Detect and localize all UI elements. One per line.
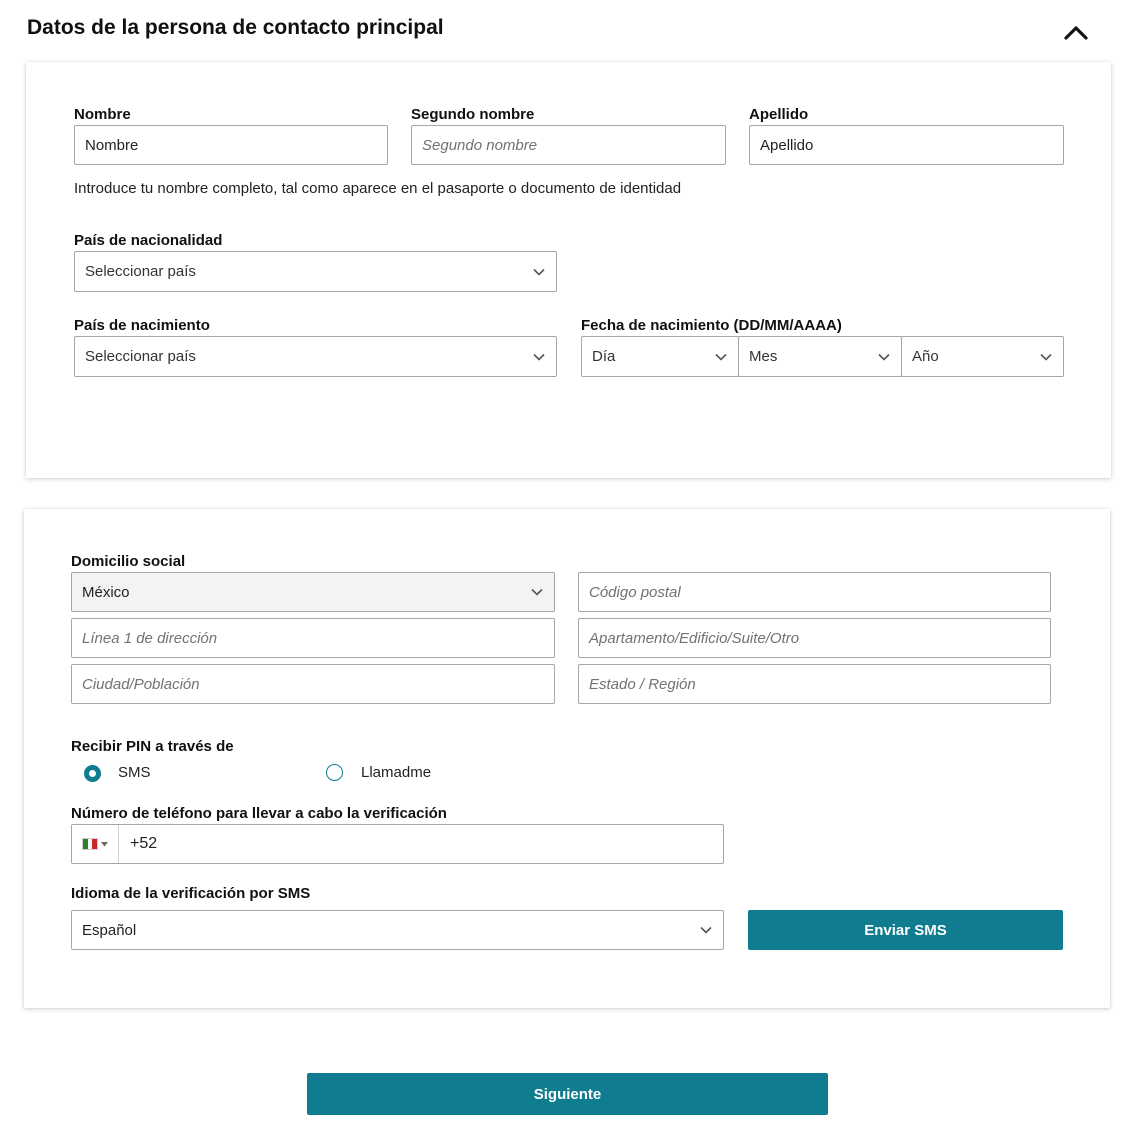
birth-day-select[interactable]: Día xyxy=(581,336,739,377)
postal-code-placeholder: Código postal xyxy=(589,583,681,601)
name-hint: Introduce tu nombre completo, tal como a… xyxy=(74,180,682,197)
birth-day-value: Día xyxy=(592,348,616,365)
collapse-section-button[interactable] xyxy=(1060,18,1092,46)
city-field[interactable]: Ciudad/Población xyxy=(71,664,555,704)
address-label: Domicilio social xyxy=(71,553,186,570)
birth-country-value: Seleccionar país xyxy=(85,348,196,365)
sms-language-select[interactable]: Español xyxy=(71,910,724,950)
middle-name-field[interactable]: Segundo nombre xyxy=(411,125,726,165)
nationality-value: Seleccionar país xyxy=(85,263,196,280)
birth-country-label: País de nacimiento xyxy=(74,317,210,334)
state-field[interactable]: Estado / Región xyxy=(578,664,1051,704)
sms-radio-label[interactable]: SMS xyxy=(118,764,151,781)
mexico-flag-icon xyxy=(82,838,98,850)
chevron-up-icon xyxy=(1064,26,1088,40)
phone-value: +52 xyxy=(130,835,158,852)
next-button[interactable]: Siguiente xyxy=(307,1073,828,1115)
chevron-down-icon xyxy=(700,926,712,934)
chevron-down-icon xyxy=(531,588,543,596)
first-name-label: Nombre xyxy=(74,106,131,123)
phone-label: Número de teléfono para llevar a cabo la… xyxy=(71,805,447,822)
nationality-label: País de nacionalidad xyxy=(74,232,223,249)
middle-name-placeholder: Segundo nombre xyxy=(422,136,538,154)
birth-year-value: Año xyxy=(912,348,939,365)
birth-year-select[interactable]: Año xyxy=(901,336,1064,377)
address-line2-field[interactable]: Apartamento/Edificio/Suite/Otro xyxy=(578,618,1051,658)
last-name-field[interactable]: Apellido xyxy=(749,125,1064,165)
first-name-value: Nombre xyxy=(85,136,139,154)
call-radio[interactable] xyxy=(326,764,343,781)
last-name-label: Apellido xyxy=(749,106,809,123)
state-placeholder: Estado / Región xyxy=(589,675,696,693)
address-line2-placeholder: Apartamento/Edificio/Suite/Otro xyxy=(589,629,800,647)
first-name-field[interactable]: Nombre xyxy=(74,125,388,165)
birth-date-label: Fecha de nacimiento (DD/MM/AAAA) xyxy=(581,317,842,334)
address-line1-field[interactable]: Línea 1 de dirección xyxy=(71,618,555,658)
chevron-down-icon xyxy=(533,268,545,276)
birth-month-value: Mes xyxy=(749,348,778,365)
section-title: Datos de la persona de contacto principa… xyxy=(27,16,444,39)
caret-down-icon xyxy=(101,841,108,846)
chevron-down-icon xyxy=(878,353,890,361)
chevron-down-icon xyxy=(1040,353,1052,361)
nationality-select[interactable]: Seleccionar país xyxy=(74,251,557,292)
address-country-value: México xyxy=(82,583,130,601)
address-country-select[interactable]: México xyxy=(71,572,555,612)
sms-radio[interactable] xyxy=(84,765,101,782)
middle-name-label: Segundo nombre xyxy=(411,106,535,123)
birth-country-select[interactable]: Seleccionar país xyxy=(74,336,557,377)
phone-field[interactable]: +52 xyxy=(71,824,724,864)
country-code-picker[interactable] xyxy=(72,825,119,863)
city-placeholder: Ciudad/Población xyxy=(82,675,200,693)
address-line1-placeholder: Línea 1 de dirección xyxy=(82,629,218,647)
last-name-value: Apellido xyxy=(760,136,814,154)
pin-method-label: Recibir PIN a través de xyxy=(71,738,234,755)
send-sms-button[interactable]: Enviar SMS xyxy=(748,910,1063,950)
sms-language-label: Idioma de la verificación por SMS xyxy=(71,885,311,902)
call-radio-label[interactable]: Llamadme xyxy=(361,764,431,781)
chevron-down-icon xyxy=(533,353,545,361)
postal-code-field[interactable]: Código postal xyxy=(578,572,1051,612)
sms-language-value: Español xyxy=(82,921,137,939)
chevron-down-icon xyxy=(715,353,727,361)
birth-month-select[interactable]: Mes xyxy=(738,336,902,377)
